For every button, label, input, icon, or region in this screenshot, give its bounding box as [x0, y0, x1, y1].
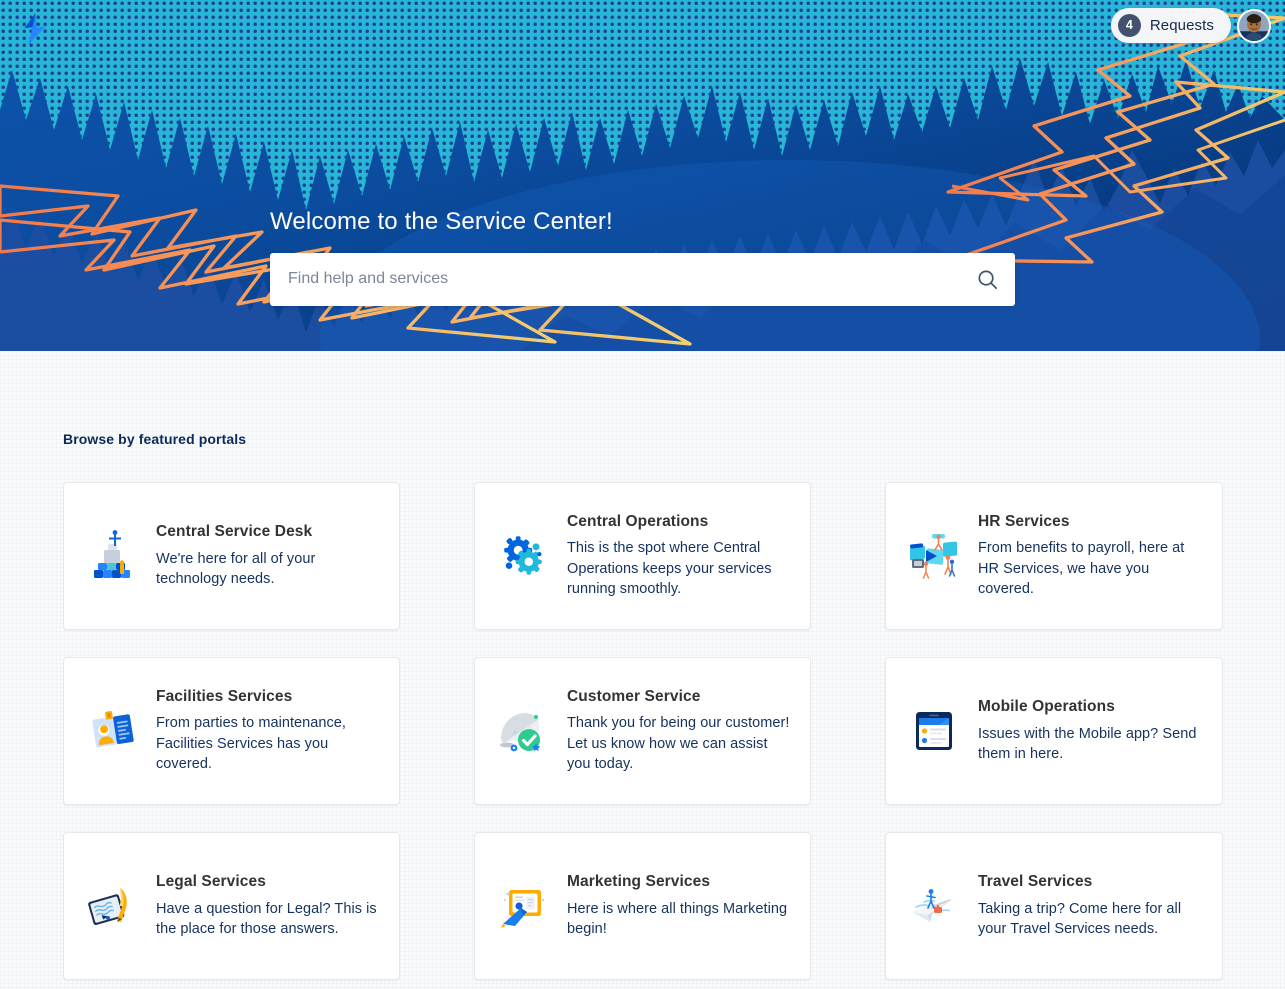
search-input[interactable] [270, 252, 959, 306]
card-description: Here is where all things Marketing begin… [567, 900, 788, 938]
card-title: Central Service Desk [156, 523, 313, 541]
card-description: Thank you for being our customer! Let us… [567, 715, 790, 773]
customer-service-check-icon [493, 701, 553, 761]
card-body: HR Services From benefits to payroll, he… [978, 512, 1204, 600]
card-body: Central Operations This is the spot wher… [567, 512, 792, 600]
portal-card-hr-services[interactable]: HR Services From benefits to payroll, he… [885, 482, 1223, 630]
gears-icon [493, 526, 553, 586]
card-description: Taking a trip? Come here for all your Tr… [978, 900, 1182, 938]
card-title: Marketing Services [567, 873, 711, 891]
card-body: Facilities Services From parties to main… [156, 687, 381, 775]
portal-card-travel-services[interactable]: Travel Services Taking a trip? Come here… [885, 832, 1223, 980]
card-title: HR Services [978, 512, 1070, 530]
portal-card-customer-service[interactable]: Customer Service Thank you for being our… [474, 657, 811, 805]
portal-card-central-service-desk[interactable]: Central Service Desk We're here for all … [63, 482, 400, 630]
portal-card-central-operations[interactable]: Central Operations This is the spot wher… [474, 482, 811, 630]
featured-portals-grid: Central Service Desk We're here for all … [63, 482, 1224, 980]
mobile-tablet-icon [904, 701, 964, 761]
card-title: Customer Service [567, 687, 701, 705]
hero-content: Welcome to the Service Center! [270, 208, 1015, 306]
hero-top-right-actions: 4 Requests [1110, 8, 1271, 43]
search-bar[interactable] [270, 252, 1015, 306]
card-description: From parties to maintenance, Facilities … [156, 715, 346, 773]
card-description: This is the spot where Central Operation… [567, 540, 772, 598]
card-title: Travel Services [978, 873, 1093, 891]
card-body: Legal Services Have a question for Legal… [156, 872, 381, 940]
portal-card-facilities-services[interactable]: Facilities Services From parties to main… [63, 657, 400, 805]
travel-paper-plane-icon [904, 876, 964, 936]
card-title: Central Operations [567, 512, 709, 530]
card-body: Customer Service Thank you for being our… [567, 687, 792, 775]
main-content: Browse by featured portals Central Servi… [0, 351, 1285, 989]
search-submit-button[interactable] [959, 253, 1015, 306]
section-heading: Browse by featured portals [63, 431, 247, 447]
service-desk-building-icon [82, 526, 142, 586]
marketing-presentation-icon [493, 876, 553, 936]
avatar-photo [1239, 10, 1269, 41]
requests-button[interactable]: 4 Requests [1110, 8, 1231, 43]
portal-card-legal-services[interactable]: Legal Services Have a question for Legal… [63, 832, 400, 980]
facilities-badge-icon [82, 701, 142, 761]
search-icon [977, 270, 997, 289]
atlassian-lightning-logo-icon[interactable] [21, 13, 49, 45]
avatar[interactable] [1237, 8, 1271, 43]
card-description: From benefits to payroll, here at HR Ser… [978, 540, 1185, 598]
card-description: Issues with the Mobile app? Send them in… [978, 725, 1197, 763]
card-body: Central Service Desk We're here for all … [156, 522, 381, 590]
legal-quill-document-icon [82, 876, 142, 936]
card-title: Legal Services [156, 873, 266, 891]
requests-count-badge: 4 [1117, 14, 1141, 37]
card-title: Facilities Services [156, 687, 293, 705]
card-body: Travel Services Taking a trip? Come here… [978, 872, 1204, 940]
card-description: We're here for all of your technology ne… [156, 550, 316, 588]
card-body: Mobile Operations Issues with the Mobile… [978, 697, 1204, 765]
hr-people-panels-icon [904, 526, 964, 586]
card-description: Have a question for Legal? This is the p… [156, 900, 377, 938]
card-body: Marketing Services Here is where all thi… [567, 872, 792, 940]
hero-banner: 4 Requests Welcome to the Service Center… [0, 0, 1285, 351]
card-title: Mobile Operations [978, 698, 1115, 716]
portal-card-mobile-operations[interactable]: Mobile Operations Issues with the Mobile… [885, 657, 1223, 805]
requests-label: Requests [1149, 17, 1214, 34]
hero-title: Welcome to the Service Center! [270, 208, 613, 235]
portal-card-marketing-services[interactable]: Marketing Services Here is where all thi… [474, 832, 811, 980]
